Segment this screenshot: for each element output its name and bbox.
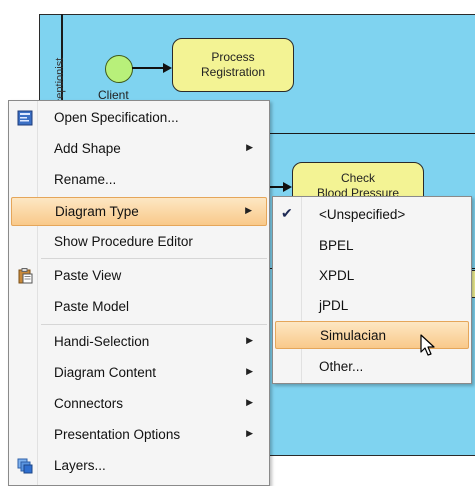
menu-separator [41,324,267,325]
menu-item-handi-selection[interactable]: Handi-Selection ▶ [11,328,267,357]
submenu-item-xpdl[interactable]: XPDL [275,262,469,290]
menu-item-rename[interactable]: Rename... [11,166,267,195]
menu-item-diagram-content[interactable]: Diagram Content ▶ [11,359,267,388]
menu-separator [41,258,267,259]
menu-item-paste-view[interactable]: Paste View [11,262,267,291]
submenu-arrow-icon: ▶ [246,366,253,376]
submenu-item-label: XPDL [319,268,355,283]
submenu-item-unspecified[interactable]: ✔ <Unspecified> [275,201,469,229]
menu-item-label: Show Procedure Editor [54,234,193,249]
submenu-arrow-icon: ▶ [246,142,253,152]
menu-item-label: Open Specification... [54,110,179,125]
submenu-item-label: jPDL [319,298,349,313]
menu-item-label: Paste Model [54,299,130,314]
menu-item-label: Connectors [54,396,124,411]
submenu-arrow-icon: ▶ [245,205,252,215]
menu-item-label: Handi-Selection [54,334,150,349]
diagram-type-submenu: ✔ <Unspecified> BPEL XPDL jPDL Simulacia… [272,196,472,384]
context-menu: Open Specification... Add Shape ▶ Rename… [8,100,270,486]
submenu-item-simulacian[interactable]: Simulacian [275,321,469,349]
menu-item-label: Rename... [54,172,117,187]
menu-item-label: Add Shape [54,141,121,156]
menu-item-label: Presentation Options [54,427,181,442]
menu-item-open-specification[interactable]: Open Specification... [11,104,267,133]
specification-icon [17,110,33,126]
submenu-item-label: <Unspecified> [319,207,406,222]
submenu-arrow-icon: ▶ [246,335,253,345]
checkmark-icon: ✔ [281,205,293,221]
submenu-item-label: Simulacian [320,328,387,343]
start-event[interactable] [105,55,133,83]
menu-item-paste-model[interactable]: Paste Model [11,293,267,322]
menu-item-presentation-options[interactable]: Presentation Options ▶ [11,421,267,450]
menu-item-layers[interactable]: Layers... [11,452,267,481]
arrow-head-icon [163,63,172,73]
clipboard-icon [18,268,33,284]
sequence-flow[interactable] [268,186,284,188]
menu-item-connectors[interactable]: Connectors ▶ [11,390,267,419]
layers-icon [17,458,33,474]
arrow-head-icon [283,182,292,192]
menu-item-diagram-type[interactable]: Diagram Type ▶ [11,197,267,226]
menu-item-show-procedure-editor[interactable]: Show Procedure Editor [11,228,267,257]
submenu-arrow-icon: ▶ [246,397,253,407]
submenu-item-label: BPEL [319,238,354,253]
mouse-pointer-icon [420,334,435,356]
task-label-line2: Registration [200,65,266,79]
task-process-registration[interactable]: Process Registration [172,38,294,92]
submenu-arrow-icon: ▶ [246,428,253,438]
menu-item-label: Diagram Type [55,204,139,219]
task-label-line1: Process [211,50,255,64]
submenu-item-jpdl[interactable]: jPDL [275,292,469,320]
task-label-line1: Check [340,171,375,185]
sequence-flow[interactable] [132,67,164,69]
menu-item-add-shape[interactable]: Add Shape ▶ [11,135,267,164]
submenu-item-bpel[interactable]: BPEL [275,232,469,260]
menu-item-label: Diagram Content [54,365,157,380]
menu-item-label: Paste View [54,268,122,283]
menu-item-label: Layers... [54,458,106,473]
submenu-item-other[interactable]: Other... [275,353,469,381]
submenu-item-label: Other... [319,359,364,374]
